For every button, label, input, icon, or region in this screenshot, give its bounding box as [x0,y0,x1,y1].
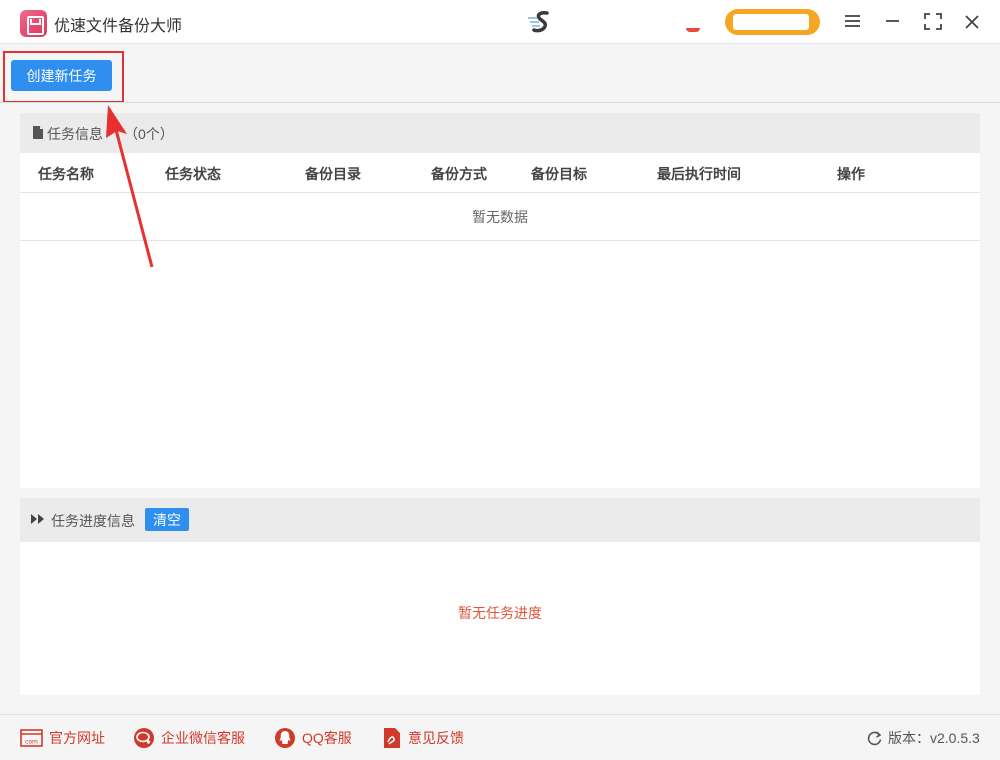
footer-link-wechat-work[interactable]: 企业微信客服 [133,715,245,760]
table-row-divider [20,240,980,241]
task-info-header: 任务信息 （0个） [20,113,980,153]
footer-link-label: 官方网址 [49,730,105,746]
user-status-icon[interactable] [686,28,700,32]
maximize-button[interactable] [920,8,946,36]
task-info-title: 任务信息 [47,126,103,142]
user-account-button[interactable] [725,9,820,35]
app-title: 优速文件备份大师 [54,18,183,35]
menu-button[interactable] [840,8,866,36]
footer-link-label: QQ客服 [302,730,352,746]
task-progress-header: 任务进度信息 清空 [20,498,980,542]
hamburger-icon [845,15,860,27]
file-icon [33,126,43,139]
refresh-icon [867,730,882,745]
footer-bar: com 官方网址 企业微信客服 QQ客服 意见反馈 版本：v2.0.5.3 [0,714,1000,760]
qq-icon [275,728,295,748]
table-header-divider [20,192,980,193]
column-header-backup-mode: 备份方式 [431,166,487,182]
column-header-last-run: 最后执行时间 [657,166,741,182]
column-header-backup-target: 备份目标 [531,166,587,182]
version-label: 版本：v2.0.5.3 [888,730,980,746]
speed-s-logo-icon [528,11,549,33]
app-logo-icon [20,10,47,37]
column-header-actions: 操作 [837,166,865,182]
column-header-task-name: 任务名称 [38,166,94,182]
clear-progress-button[interactable]: 清空 [145,508,189,531]
task-progress-title: 任务进度信息 [51,513,135,529]
column-header-task-status: 任务状态 [165,166,221,182]
footer-link-label: 企业微信客服 [161,730,245,746]
footer-link-qq[interactable]: QQ客服 [274,715,352,760]
toolbar-divider [0,102,1000,103]
fullscreen-icon [924,13,942,30]
version-info: 版本：v2.0.5.3 [866,715,980,760]
task-table-empty: 暂无数据 [472,209,528,225]
close-button[interactable] [959,8,985,36]
svg-text:com: com [25,739,38,746]
wechat-work-icon [134,728,154,748]
close-icon [965,15,979,29]
column-header-backup-dir: 备份目录 [305,166,361,182]
task-progress-panel: 任务进度信息 清空 暂无任务进度 [20,498,980,695]
create-task-button[interactable]: 创建新任务 [11,60,112,91]
minimize-icon [886,20,899,22]
footer-link-website[interactable]: com 官方网址 [20,715,105,760]
double-play-icon [31,514,44,524]
feedback-icon [384,728,400,748]
minimize-button[interactable] [880,8,906,36]
progress-empty-text: 暂无任务进度 [458,605,542,621]
task-info-panel: 任务信息 （0个） 任务名称 任务状态 备份目录 备份方式 备份目标 最后执行时… [20,113,980,488]
title-bar: 优速文件备份大师 [0,0,1000,44]
footer-link-feedback[interactable]: 意见反馈 [382,715,464,760]
task-count: （0个） [124,126,174,142]
footer-link-label: 意见反馈 [408,730,464,746]
website-icon: com [20,729,43,747]
